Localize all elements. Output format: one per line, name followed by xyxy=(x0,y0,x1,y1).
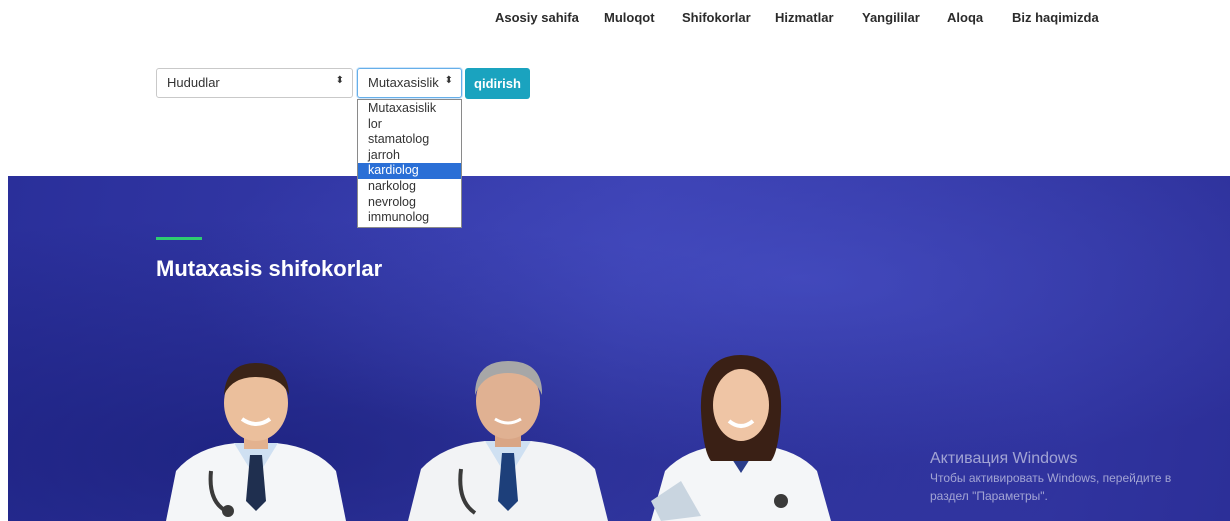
region-select[interactable]: Hududlar ⬍ xyxy=(156,68,353,98)
specialty-select-value: Mutaxasislik xyxy=(368,75,439,90)
watermark-line-1: Чтобы активировать Windows, перейдите в xyxy=(930,471,1172,485)
hero-accent-line xyxy=(156,237,202,240)
nav-item-chat[interactable]: Muloqot xyxy=(604,10,655,25)
doctor-photo-1 xyxy=(166,363,346,521)
specialty-option[interactable]: Mutaxasislik xyxy=(358,101,461,117)
specialty-option[interactable]: stamatolog xyxy=(358,132,461,148)
specialty-option[interactable]: nevrolog xyxy=(358,195,461,211)
watermark-title: Активация Windows xyxy=(930,450,1078,467)
select-arrows-icon: ⬍ xyxy=(335,75,344,86)
select-arrows-icon: ⬍ xyxy=(444,75,453,86)
nav-item-news[interactable]: Yangililar xyxy=(862,10,920,25)
doctor-photo-2 xyxy=(408,361,608,521)
doctor-photo-3 xyxy=(651,355,831,521)
specialty-option[interactable]: narkolog xyxy=(358,179,461,195)
specialty-dropdown-list: Mutaxasislik lor stamatolog jarroh kardi… xyxy=(357,99,462,228)
specialty-option-highlighted[interactable]: kardiolog xyxy=(358,163,461,179)
region-select-value: Hududlar xyxy=(167,75,220,90)
hero-section: Mutaxasis shifokorlar Активация Windows … xyxy=(8,176,1230,521)
watermark-line-2: раздел "Параметры". xyxy=(930,489,1048,503)
search-button[interactable]: qidirish xyxy=(465,68,530,99)
hero-title: Mutaxasis shifokorlar xyxy=(156,256,383,281)
specialty-select[interactable]: Mutaxasislik ⬍ xyxy=(357,68,462,98)
specialty-option[interactable]: lor xyxy=(358,117,461,133)
nav-item-about[interactable]: Biz haqimizda xyxy=(1012,10,1099,25)
windows-activation-watermark: Активация Windows Чтобы активировать Win… xyxy=(930,450,1230,504)
specialty-option[interactable]: immunolog xyxy=(358,210,461,226)
nav-item-home[interactable]: Asosiy sahifa xyxy=(495,10,579,25)
nav-item-doctors[interactable]: Shifokorlar xyxy=(682,10,751,25)
nav-item-contact[interactable]: Aloqa xyxy=(947,10,983,25)
specialty-option[interactable]: jarroh xyxy=(358,148,461,164)
nav-item-services[interactable]: Hizmatlar xyxy=(775,10,834,25)
top-nav: Asosiy sahifa Muloqot Shifokorlar Hizmat… xyxy=(0,0,1230,40)
